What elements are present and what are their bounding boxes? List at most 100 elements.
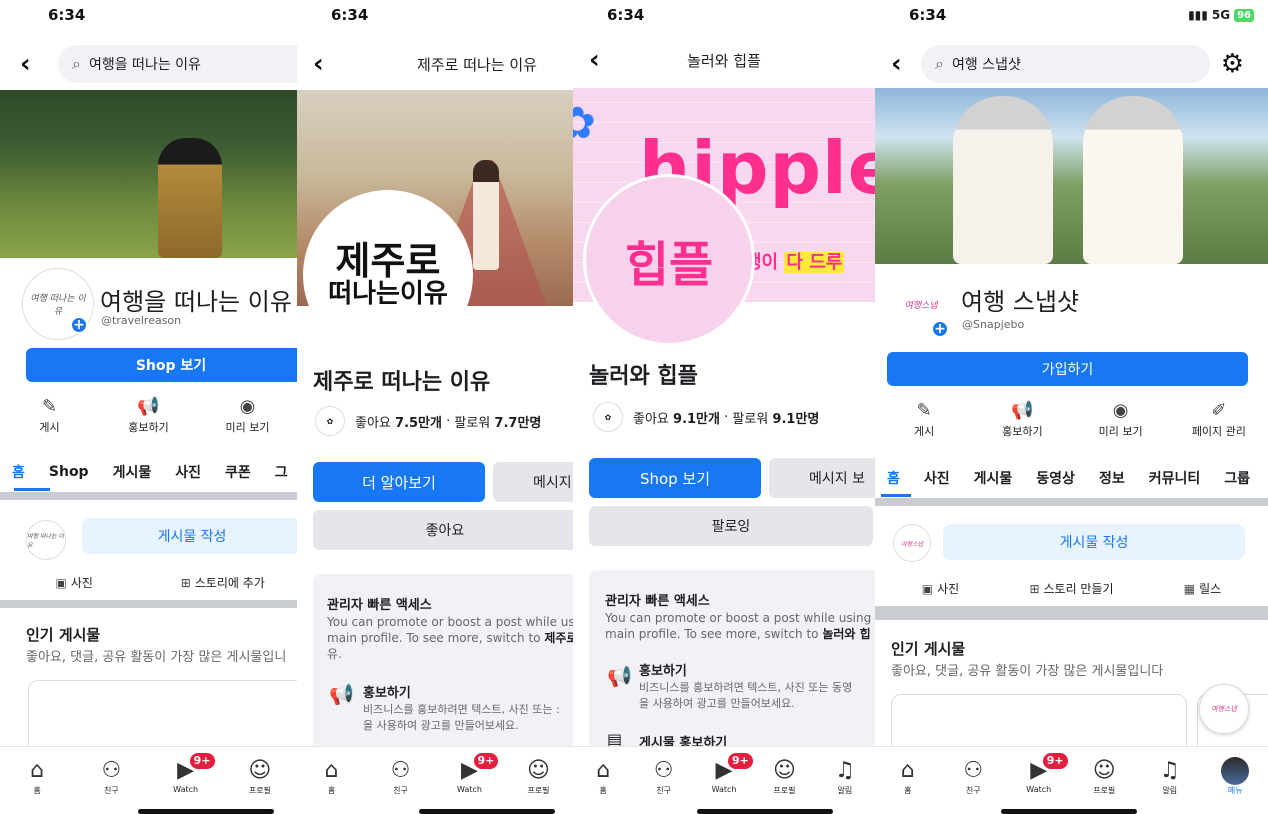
nav-home[interactable]: ⌂ 홈: [573, 747, 633, 814]
tab-about[interactable]: 정보: [1087, 468, 1137, 488]
preview-action[interactable]: ◉ 미리 보기: [198, 396, 297, 435]
page-title: 여행을 떠나는 이유: [100, 288, 292, 316]
tab-home[interactable]: 홈: [0, 462, 37, 482]
floating-avatar-button[interactable]: 여행스냅: [1199, 684, 1249, 734]
nav-profile[interactable]: ☺ 프로필: [504, 747, 573, 814]
nav-menu[interactable]: 메뉴: [1203, 747, 1268, 814]
page-title: 놀러와 힙플: [589, 364, 698, 389]
search-input[interactable]: ⌕ 여행을 떠나는 이유: [58, 45, 297, 83]
action-row: ✎ 게시 📢 홍보하기 ◉ 미리 보기 ✐ 페이지 관리: [875, 400, 1268, 439]
reels-icon: ▦: [1183, 582, 1196, 596]
watch-badge: 9+: [187, 751, 217, 771]
tab-posts[interactable]: 게시물: [101, 462, 164, 482]
nav-notifications[interactable]: ♫ 알림: [815, 747, 875, 814]
join-button[interactable]: 가입하기: [887, 352, 1248, 386]
admin-title: 관리자 빠른 액세스: [327, 598, 432, 613]
tab-videos[interactable]: 동영상: [1024, 468, 1087, 488]
search-input[interactable]: ⌕ 여행 스냅샷: [921, 45, 1210, 83]
likes-followers: ✿ 좋아요 9.1만개 · 팔로워 9.1만명: [593, 402, 819, 432]
nav-bar: ‹ 제주로 떠나는 이유: [297, 42, 573, 86]
promote-title[interactable]: 홍보하기: [639, 660, 687, 679]
admin-title: 관리자 빠른 액세스: [605, 594, 710, 609]
photo-chip[interactable]: ▣ 사진: [0, 574, 149, 591]
avatar-calligraphy: 제주로 떠나는이유: [328, 238, 448, 310]
page-avatar[interactable]: 제주로 떠나는이유: [303, 190, 473, 360]
shop-button[interactable]: Shop 보기: [26, 348, 297, 382]
tab-more[interactable]: 그: [263, 462, 297, 482]
cover-person-2: [1083, 96, 1183, 264]
add-photo-icon[interactable]: +: [931, 320, 949, 338]
nav-friends[interactable]: ⚇ 친구: [74, 747, 148, 814]
nav-watch[interactable]: ▶ Watch 9+: [435, 747, 504, 814]
back-icon[interactable]: ‹: [891, 51, 902, 77]
photo-chip[interactable]: ▣ 사진: [875, 580, 1006, 597]
post-action[interactable]: ✎ 게시: [875, 400, 973, 439]
nav-home[interactable]: ⌂ 홈: [0, 747, 74, 814]
promote-action[interactable]: 📢 홍보하기: [99, 396, 198, 435]
manage-page-action[interactable]: ✐ 페이지 관리: [1170, 400, 1268, 439]
signal-icon: ▮▮▮: [1188, 8, 1208, 22]
nav-friends[interactable]: ⚇ 친구: [366, 747, 435, 814]
reels-chip[interactable]: ▦ 릴스: [1137, 580, 1268, 597]
message-button[interactable]: 메시지 보: [769, 458, 875, 498]
nav-home[interactable]: ⌂ 홈: [875, 747, 941, 814]
cover-photo[interactable]: [875, 88, 1268, 264]
composer-avatar: 여행 떠나는 이유: [26, 520, 66, 560]
message-button[interactable]: 메시지: [493, 462, 573, 502]
story-chip[interactable]: ⊞ 스토리에 추가: [149, 574, 298, 591]
story-chip[interactable]: ⊞ 스토리 만들기: [1006, 580, 1137, 597]
tab-community[interactable]: 커뮤니티: [1137, 468, 1213, 488]
gear-icon[interactable]: ⚙: [1221, 49, 1244, 79]
status-indicators: ▮▮▮ 5G 96: [1188, 8, 1254, 22]
tab-photos[interactable]: 사진: [163, 462, 213, 482]
cover-photo[interactable]: [0, 90, 297, 258]
flower-icon: ✿: [573, 98, 596, 149]
home-indicator: [1001, 809, 1137, 814]
compose-post-button[interactable]: 게시물 작성: [943, 524, 1245, 560]
add-photo-icon[interactable]: +: [70, 316, 88, 334]
promote-title[interactable]: 홍보하기: [363, 682, 411, 701]
nav-profile[interactable]: ☺ 프로필: [1072, 747, 1138, 814]
nav-watch[interactable]: ▶ Watch 9+: [694, 747, 755, 814]
cover-person: [473, 160, 499, 270]
post-action[interactable]: ✎ 게시: [0, 396, 99, 435]
nav-friends[interactable]: ⚇ 친구: [941, 747, 1007, 814]
nav-watch[interactable]: ▶ Watch 9+: [1006, 747, 1072, 814]
nav-watch[interactable]: ▶ Watch 9+: [149, 747, 223, 814]
bottom-nav: ⌂ 홈 ⚇ 친구 ▶ Watch 9+ ☺ 프로필 ♫ 알림: [573, 746, 875, 814]
tab-groups[interactable]: 그룹: [1212, 468, 1262, 488]
nav-profile[interactable]: ☺ 프로필: [754, 747, 814, 814]
back-icon[interactable]: ‹: [313, 51, 324, 77]
action-row: ✎ 게시 📢 홍보하기 ◉ 미리 보기: [0, 396, 297, 435]
shop-button[interactable]: Shop 보기: [589, 458, 761, 498]
popular-posts-title: 인기 게시물: [891, 640, 966, 658]
tab-coupons[interactable]: 쿠폰: [213, 462, 263, 482]
following-button[interactable]: 팔로잉: [589, 506, 873, 546]
nav-profile[interactable]: ☺ 프로필: [223, 747, 297, 814]
tab-home[interactable]: 홈: [875, 468, 912, 488]
back-icon[interactable]: ‹: [20, 51, 31, 77]
tab-photos[interactable]: 사진: [912, 468, 962, 488]
like-button[interactable]: 좋아요: [313, 510, 573, 550]
likes-followers: ✿ 좋아요 7.5만개 · 팔로워 7.7만명: [315, 406, 541, 436]
page-avatar[interactable]: 힙플: [583, 174, 755, 346]
tab-shop[interactable]: Shop: [37, 464, 101, 480]
tab-posts[interactable]: 게시물: [962, 468, 1025, 488]
profile-icon: ☺: [772, 758, 796, 783]
preview-action[interactable]: ◉ 미리 보기: [1072, 400, 1170, 439]
nav-home[interactable]: ⌂ 홈: [297, 747, 366, 814]
learn-more-button[interactable]: 더 알아보기: [313, 462, 485, 502]
panel-snapshot: 6:34 ▮▮▮ 5G 96 ‹ ⌕ 여행 스냅샷 ⚙ 여행스냅 + 여행 스냅…: [875, 0, 1268, 814]
nav-notifications[interactable]: ♫ 알림: [1137, 747, 1203, 814]
nav-friends[interactable]: ⚇ 친구: [633, 747, 693, 814]
nav-title: 놀러와 힙플: [687, 51, 761, 70]
page-handle: @Snapjebo: [962, 318, 1025, 331]
pencil-icon: ✐: [1211, 400, 1227, 421]
promote-action[interactable]: 📢 홍보하기: [973, 400, 1071, 439]
home-icon: ⌂: [324, 758, 339, 783]
compose-post-button[interactable]: 게시물 작성: [82, 518, 297, 554]
edit-icon: ✎: [916, 400, 932, 421]
admin-description: You can promote or boost a post while us…: [605, 611, 872, 641]
home-icon: ⌂: [900, 758, 915, 783]
page-title: 여행 스냅샷: [961, 288, 1080, 316]
